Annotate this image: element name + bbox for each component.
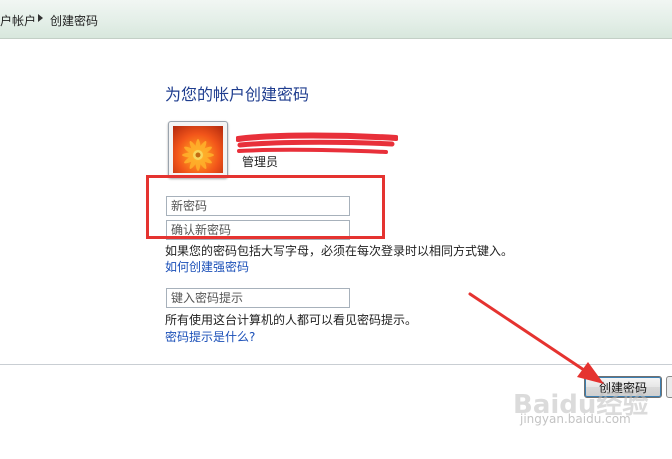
baidu-watermark-url: jingyan.baidu.com [520, 412, 631, 426]
